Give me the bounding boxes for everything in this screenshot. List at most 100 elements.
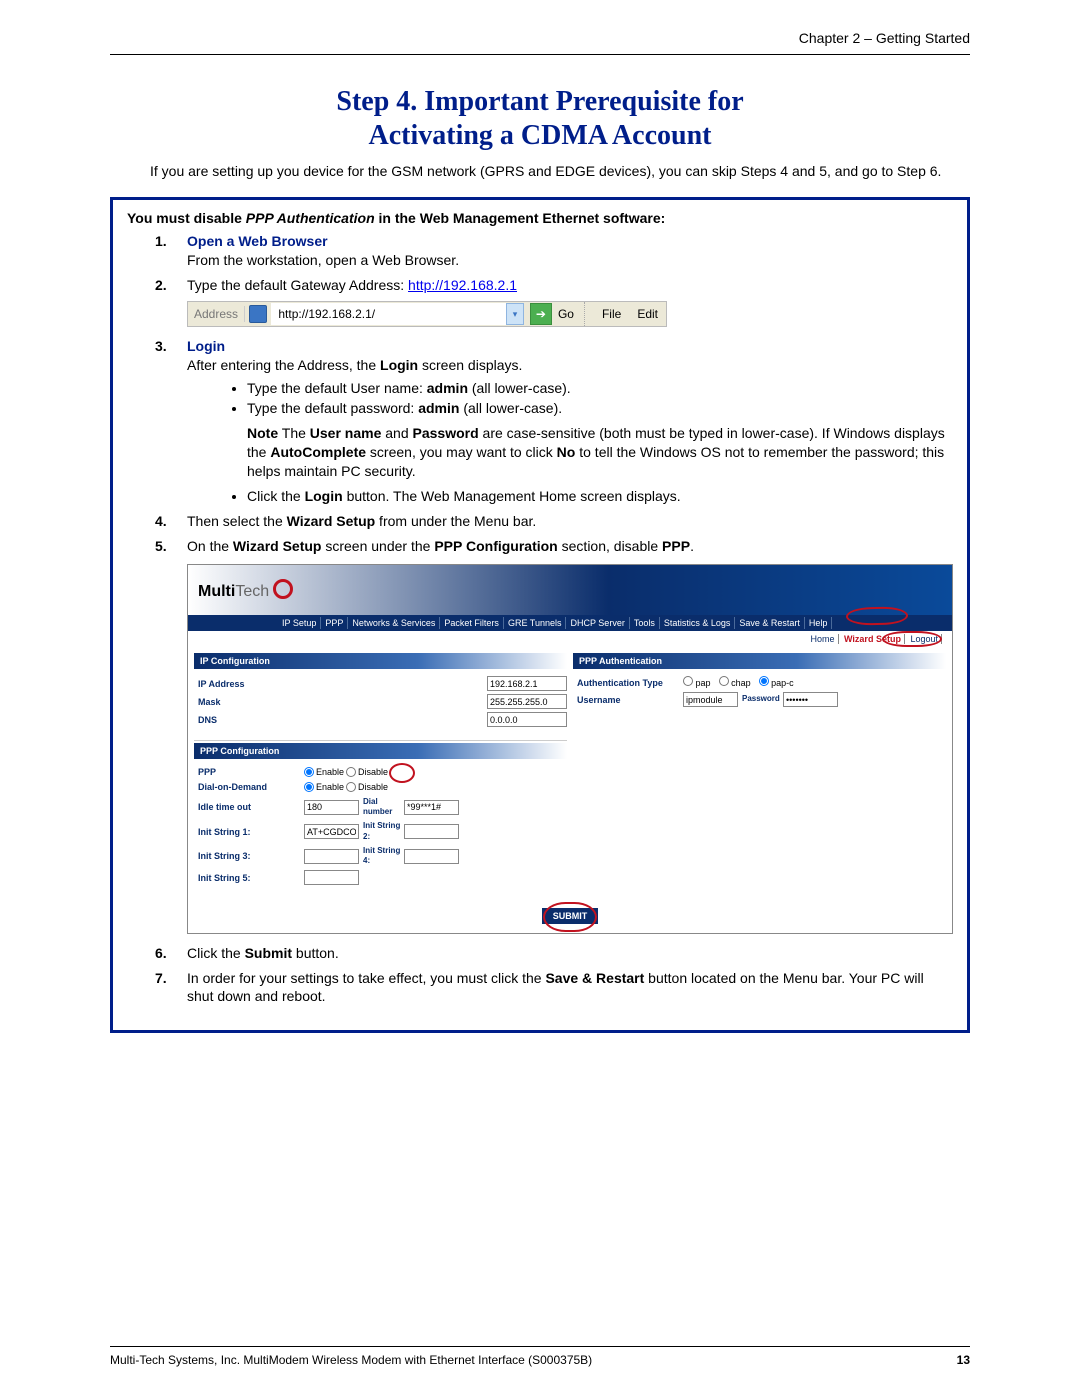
address-label: Address <box>188 306 245 322</box>
password-input[interactable] <box>783 692 838 707</box>
step-2: Type the default Gateway Address: http:/… <box>155 276 953 327</box>
init1-input[interactable] <box>304 824 359 839</box>
address-bar-mock: Address ▾ ➔ Go File Edit <box>187 301 953 327</box>
panel-left: IP Configuration IP Address Mask DNS PPP… <box>194 653 567 896</box>
init4-input[interactable] <box>404 849 459 864</box>
ppp-auth-header: PPP Authentication <box>573 653 946 669</box>
menu-tools[interactable]: Tools <box>630 617 660 629</box>
menu-gre-tunnels[interactable]: GRE Tunnels <box>504 617 567 629</box>
ppp-label: PPP <box>194 766 304 778</box>
webui-banner: MultiTech <box>188 565 952 615</box>
idle-input[interactable] <box>304 800 359 815</box>
step-3-login-bold: Login <box>380 357 418 373</box>
address-input[interactable] <box>271 303 506 325</box>
brand-dot-icon <box>273 579 293 599</box>
box-lead: You must disable PPP Authentication in t… <box>127 210 953 226</box>
init3-input[interactable] <box>304 849 359 864</box>
init3-label: Init String 3: <box>194 850 304 862</box>
username-input[interactable] <box>683 692 738 707</box>
auth-papc-radio[interactable] <box>759 676 769 686</box>
highlight-circle-wizard <box>882 631 942 647</box>
dial-number-input[interactable] <box>404 800 459 815</box>
title-line-1: Step 4. Important Prerequisite for <box>336 86 743 117</box>
webui-submenu: Home Wizard Setup Logout <box>188 631 952 647</box>
go-button[interactable]: Go <box>552 306 580 322</box>
header-rule <box>110 54 970 55</box>
step-5: On the Wizard Setup screen under the PPP… <box>155 537 953 934</box>
menu-save-restart[interactable]: Save & Restart <box>735 617 805 629</box>
lead-post: in the Web Management Ethernet software: <box>375 210 666 226</box>
step-3-bullets: Type the default User name: admin (all l… <box>247 379 953 419</box>
step-3-b1: Type the default User name: admin (all l… <box>247 379 953 398</box>
step-3-bullets-2: Click the Login button. The Web Manageme… <box>247 487 953 506</box>
ie-icon <box>249 305 267 323</box>
step-1-body: From the workstation, open a Web Browser… <box>187 252 459 268</box>
dial-number-label: Dial number <box>359 797 404 819</box>
menu-packet-filters[interactable]: Packet Filters <box>440 617 504 629</box>
submit-button[interactable]: SUBMIT <box>542 908 599 924</box>
menu-dhcp-server[interactable]: DHCP Server <box>566 617 629 629</box>
mask-label: Mask <box>194 696 304 708</box>
auth-chap-radio[interactable] <box>719 676 729 686</box>
init5-label: Init String 5: <box>194 872 304 884</box>
footer-text: Multi-Tech Systems, Inc. MultiModem Wire… <box>110 1353 592 1367</box>
page-title: Step 4. Important Prerequisite for Activ… <box>110 85 970 152</box>
menu-ip-setup[interactable]: IP Setup <box>278 617 321 629</box>
menu-ppp[interactable]: PPP <box>321 617 348 629</box>
init4-label: Init String 4: <box>359 846 404 868</box>
lead-pre: You must disable <box>127 210 246 226</box>
edit-menu[interactable]: Edit <box>629 306 666 322</box>
address-dropdown-icon[interactable]: ▾ <box>506 303 524 325</box>
menu-help[interactable]: Help <box>805 617 833 629</box>
step-6: Click the Submit button. <box>155 944 953 963</box>
lead-em: PPP Authentication <box>246 210 375 226</box>
step-3-body-pre: After entering the Address, the <box>187 357 380 373</box>
instruction-box: You must disable PPP Authentication in t… <box>110 197 970 1033</box>
go-arrow-icon[interactable]: ➔ <box>530 303 552 325</box>
ip-config-header: IP Configuration <box>194 653 567 669</box>
step-3: Login After entering the Address, the Lo… <box>155 337 953 506</box>
password-label: Password <box>738 694 783 705</box>
webui-menubar: IP Setup PPP Networks & Services Packet … <box>188 615 952 631</box>
step-3-b3: Click the Login button. The Web Manageme… <box>247 487 953 506</box>
init1-label: Init String 1: <box>194 826 304 838</box>
dns-input[interactable] <box>487 712 567 727</box>
step-3-b2: Type the default password: admin (all lo… <box>247 399 953 418</box>
step-2-pre: Type the default Gateway Address: <box>187 277 408 293</box>
dod-disable-radio[interactable] <box>346 782 356 792</box>
highlight-circle-ppp-disable <box>389 763 415 783</box>
auth-pap-radio[interactable] <box>683 676 693 686</box>
brand-logo: MultiTech <box>198 576 293 603</box>
ip-address-label: IP Address <box>194 678 304 690</box>
step-7: In order for your settings to take effec… <box>155 969 953 1007</box>
submenu-home[interactable]: Home <box>807 634 838 644</box>
steps-list: Open a Web Browser From the workstation,… <box>155 232 953 1006</box>
gateway-url-link[interactable]: http://192.168.2.1 <box>408 277 517 293</box>
ppp-enable-radio[interactable] <box>304 767 314 777</box>
file-menu[interactable]: File <box>594 306 629 322</box>
ppp-disable-radio[interactable] <box>346 767 356 777</box>
dod-enable-radio[interactable] <box>304 782 314 792</box>
intro-paragraph: If you are setting up you device for the… <box>150 162 970 181</box>
ip-address-input[interactable] <box>487 676 567 691</box>
document-page: Chapter 2 – Getting Started Step 4. Impo… <box>0 0 1080 1397</box>
step-1-head: Open a Web Browser <box>187 233 328 249</box>
footer-page-number: 13 <box>957 1353 970 1367</box>
separator <box>584 302 590 326</box>
auth-type-label: Authentication Type <box>573 677 683 689</box>
menu-stats-logs[interactable]: Statistics & Logs <box>660 617 736 629</box>
step-1: Open a Web Browser From the workstation,… <box>155 232 953 270</box>
init5-input[interactable] <box>304 870 359 885</box>
init2-input[interactable] <box>404 824 459 839</box>
dod-label: Dial-on-Demand <box>194 781 304 793</box>
dns-label: DNS <box>194 714 304 726</box>
username-label: Username <box>573 694 683 706</box>
title-line-2: Activating a CDMA Account <box>369 120 712 151</box>
idle-label: Idle time out <box>194 801 304 813</box>
step-3-note: Note The User name and Password are case… <box>247 424 953 481</box>
ppp-config-header: PPP Configuration <box>194 743 567 759</box>
step-4: Then select the Wizard Setup from under … <box>155 512 953 531</box>
mask-input[interactable] <box>487 694 567 709</box>
header-chapter: Chapter 2 – Getting Started <box>110 30 970 46</box>
menu-networks[interactable]: Networks & Services <box>348 617 440 629</box>
